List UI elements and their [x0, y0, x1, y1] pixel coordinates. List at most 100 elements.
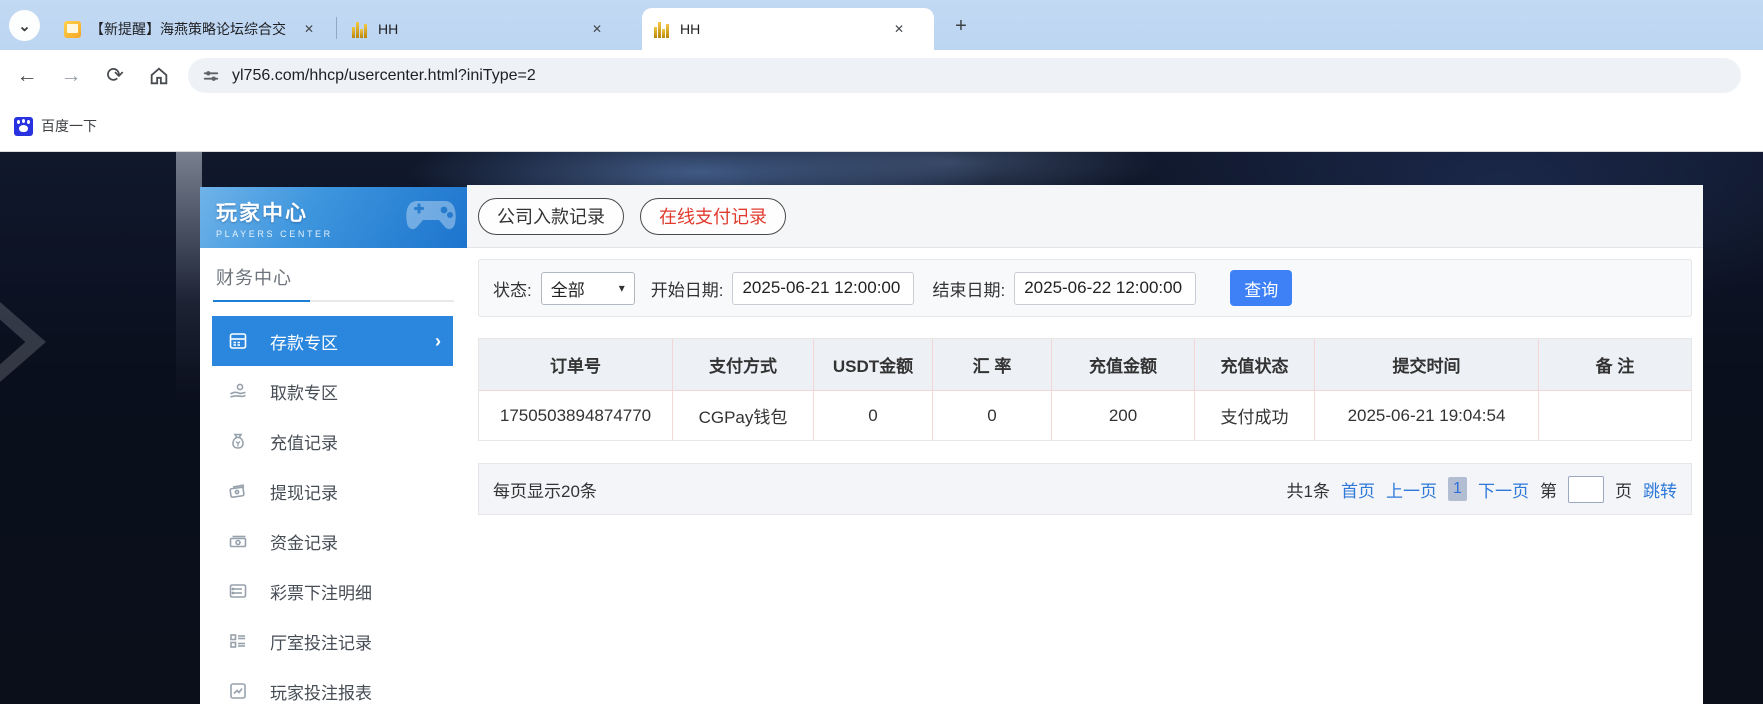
payment-records-table: 订单号 支付方式 USDT金额 汇 率 充值金额 充值状态 提交时间 备 注 1…: [478, 338, 1692, 441]
sidebar-item-label: 提现记录: [270, 483, 338, 503]
tab-search-button[interactable]: ⌄: [9, 10, 40, 41]
forward-icon[interactable]: →: [54, 59, 88, 93]
tune-icon[interactable]: [202, 67, 220, 85]
chart-report-icon: [228, 680, 250, 702]
jump-label-pre: 第: [1540, 481, 1557, 501]
jump-label-post: 页: [1615, 481, 1632, 501]
close-tab-icon[interactable]: ✕: [588, 20, 606, 38]
filter-bar: 状态: 全部 ▾ 开始日期: 结束日期: 查询: [478, 259, 1692, 317]
close-tab-icon[interactable]: ✕: [300, 20, 318, 38]
sidebar-item-withdrawal-records[interactable]: 提现记录: [212, 466, 453, 516]
home-icon[interactable]: [142, 59, 176, 93]
bookmark-baidu[interactable]: 百度一下: [14, 116, 97, 136]
panel-body: 状态: 全部 ▾ 开始日期: 结束日期: 查询 订单号 支付方式 USD: [467, 248, 1703, 526]
bookmark-label: 百度一下: [41, 118, 97, 134]
cell-recharge-amount: 200: [1052, 390, 1195, 440]
query-button[interactable]: 查询: [1230, 270, 1293, 306]
sidebar-item-label: 玩家投注报表: [270, 683, 372, 703]
background-decoration: [0, 302, 46, 382]
tab-title: HH: [680, 21, 701, 37]
status-select[interactable]: 全部 ▾: [540, 271, 635, 305]
col-recharge-status: 充值状态: [1195, 339, 1315, 390]
sidebar-item-withdraw-zone[interactable]: 取款专区: [212, 366, 453, 416]
col-recharge-amount: 充值金额: [1052, 339, 1195, 390]
jump-link[interactable]: 跳转: [1643, 477, 1677, 502]
tab-separator: [336, 17, 337, 39]
col-remarks: 备 注: [1539, 339, 1691, 390]
page-size-text: 每页显示20条: [493, 481, 597, 501]
list-ticket-icon: [228, 580, 250, 602]
status-select-value: 全部: [550, 280, 585, 300]
sidebar-item-lottery-bet-details[interactable]: 彩票下注明细: [212, 566, 453, 616]
cell-payment-method: CGPay钱包: [673, 390, 814, 440]
table-header-row: 订单号 支付方式 USDT金额 汇 率 充值金额 充值状态 提交时间 备 注: [479, 339, 1691, 390]
wallet-cards-icon: [228, 480, 250, 502]
players-center-sidebar: 玩家中心 PLAYERS CENTER 财务中心 存款专区 › 取款专区 充值记…: [200, 187, 467, 704]
col-usdt-amount: USDT金额: [814, 339, 933, 390]
address-bar[interactable]: yl756.com/hhcp/usercenter.html?iniType=2: [188, 58, 1741, 93]
deposit-terminal-icon: [228, 330, 250, 352]
sidebar-item-label: 厅室投注记录: [270, 633, 372, 653]
hand-coin-icon: [228, 380, 250, 402]
prev-page-link[interactable]: 上一页: [1386, 477, 1437, 502]
url-text[interactable]: yl756.com/hhcp/usercenter.html?iniType=2: [232, 67, 536, 85]
sidebar-item-hall-bet-records[interactable]: 厅室投注记录: [212, 616, 453, 666]
back-icon[interactable]: ←: [10, 59, 44, 93]
sidebar-item-label: 充值记录: [270, 433, 338, 453]
forum-favicon-icon: [64, 20, 81, 38]
hh-favicon-icon: [654, 21, 671, 38]
sidebar-item-deposit-zone[interactable]: 存款专区 ›: [212, 316, 453, 366]
tab-online-payment-records[interactable]: 在线支付记录: [640, 197, 786, 235]
grid-list-icon: [228, 630, 250, 652]
cell-remarks: [1539, 390, 1691, 440]
first-page-link[interactable]: 首页: [1341, 477, 1375, 502]
sidebar-item-recharge-records[interactable]: 充值记录: [212, 416, 453, 466]
new-tab-button[interactable]: +: [948, 13, 974, 39]
pagination-controls: 共1条 首页 上一页 1 下一页 第 页 跳转: [1286, 475, 1677, 503]
total-count-text: 共1条: [1286, 481, 1330, 501]
pagination-bar: 每页显示20条 共1条 首页 上一页 1 下一页 第 页 跳转: [478, 463, 1692, 515]
browser-tab-forum[interactable]: 【新提醒】海燕策略论坛综合交 ✕: [52, 8, 334, 50]
record-type-tabs: 公司入款记录 在线支付记录: [467, 185, 1703, 248]
table-row: 1750503894874770 CGPay钱包 0 0 200 支付成功 20…: [479, 390, 1691, 440]
cell-exchange-rate: 0: [933, 390, 1052, 440]
bookmarks-bar: 百度一下: [0, 101, 1763, 152]
page-jump-input[interactable]: [1568, 475, 1604, 503]
browser-tab-hh-1[interactable]: HH ✕: [340, 8, 632, 50]
sidebar-header: 玩家中心 PLAYERS CENTER: [200, 187, 467, 248]
sidebar-item-label: 资金记录: [270, 533, 338, 553]
close-tab-icon[interactable]: ✕: [890, 20, 908, 38]
browser-toolbar: ← → ⟳ yl756.com/hhcp/usercenter.html?ini…: [0, 50, 1763, 101]
banknotes-icon: [228, 530, 250, 552]
page-background: 玩家中心 PLAYERS CENTER 财务中心 存款专区 › 取款专区 充值记…: [0, 152, 1763, 704]
current-page-indicator[interactable]: 1: [1448, 477, 1467, 501]
baidu-paw-icon: [14, 116, 33, 136]
sidebar-menu: 存款专区 › 取款专区 充值记录 提现记录 资金记录 彩票下注明细 厅室投注记录…: [200, 316, 467, 704]
sidebar-item-fund-records[interactable]: 资金记录: [212, 516, 453, 566]
end-date-label: 结束日期:: [932, 280, 1006, 300]
records-panel: 公司入款记录 在线支付记录 状态: 全部 ▾ 开始日期: 结束日期: 查询: [467, 185, 1703, 704]
browser-tab-hh-2-active[interactable]: HH ✕: [642, 8, 934, 50]
col-payment-method: 支付方式: [673, 339, 814, 390]
sidebar-item-label: 取款专区: [270, 383, 338, 403]
col-order-number: 订单号: [479, 339, 673, 390]
col-submit-time: 提交时间: [1315, 339, 1539, 390]
chevron-right-icon: ›: [435, 330, 441, 351]
cell-recharge-status: 支付成功: [1195, 390, 1315, 440]
background-decoration: [176, 152, 202, 402]
cell-usdt-amount: 0: [814, 390, 933, 440]
end-date-input[interactable]: [1014, 271, 1197, 305]
tab-company-deposit-records[interactable]: 公司入款记录: [478, 197, 624, 235]
gamepad-icon: [403, 193, 459, 235]
tab-title: HH: [378, 21, 399, 37]
browser-window: ⌄ 【新提醒】海燕策略论坛综合交 ✕ HH ✕ HH ✕ + ← → ⟳ yl7…: [0, 0, 1763, 704]
col-exchange-rate: 汇 率: [933, 339, 1052, 390]
reload-icon[interactable]: ⟳: [98, 59, 132, 93]
sidebar-item-player-bet-report[interactable]: 玩家投注报表: [212, 666, 453, 704]
status-label: 状态:: [493, 280, 532, 300]
next-page-link[interactable]: 下一页: [1478, 477, 1529, 502]
start-date-input[interactable]: [732, 271, 915, 305]
chevron-down-icon: ▾: [618, 281, 625, 295]
chevron-down-icon: ⌄: [18, 17, 31, 35]
money-bag-icon: [228, 430, 250, 452]
